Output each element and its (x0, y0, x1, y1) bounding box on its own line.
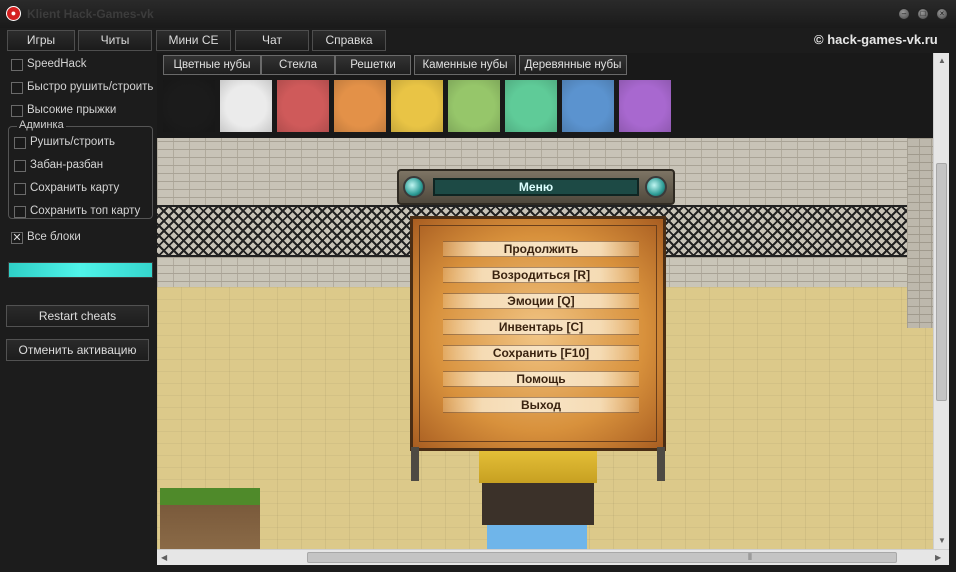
high-jumps-label: Высокие прыжки (27, 104, 117, 116)
menu-help[interactable]: Справка (312, 30, 386, 51)
all-blocks-checkbox[interactable]: ✕ (11, 232, 23, 244)
tab-grates[interactable]: Решетки (335, 55, 411, 75)
swatch-purple[interactable] (619, 80, 671, 132)
gem-right-icon (645, 176, 667, 198)
tab-colored-noobs[interactable]: Цветные нубы (163, 55, 261, 75)
app-logo-icon: ● (6, 6, 21, 21)
grass-block (160, 488, 260, 549)
menu-save-button[interactable]: Сохранить [F10] (443, 345, 639, 361)
horizontal-scroll-thumb[interactable]: ⦀ (307, 552, 897, 563)
fast-build-label: Быстро рушить/строить (27, 81, 154, 93)
swatch-red[interactable] (277, 80, 329, 132)
scroll-down-icon[interactable]: ▼ (938, 536, 946, 545)
menu-exit-button[interactable]: Выход (443, 397, 639, 413)
stone-pillar (907, 138, 933, 328)
swatch-green[interactable] (505, 80, 557, 132)
site-link[interactable]: © hack-games-vk.ru (814, 32, 938, 47)
save-map-checkbox[interactable] (14, 183, 26, 195)
cancel-activation-button[interactable]: Отменить активацию (6, 339, 149, 361)
scroll-right-icon[interactable]: ▶ (935, 553, 941, 562)
high-jumps-checkbox[interactable] (11, 105, 23, 117)
save-top-map-checkbox[interactable] (14, 206, 26, 218)
ban-unban-label: Забан-разбан (30, 159, 104, 171)
player-character-feet (487, 525, 587, 549)
swatch-yellow[interactable] (391, 80, 443, 132)
menu-games[interactable]: Игры (7, 30, 75, 51)
menu-emotes-button[interactable]: Эмоции [Q] (443, 293, 639, 309)
vertical-scroll-thumb[interactable] (936, 163, 947, 401)
menu-title: Меню (433, 178, 639, 196)
activation-progress-bar (8, 262, 153, 278)
speedhack-checkbox[interactable] (11, 59, 23, 71)
tab-stone-noobs[interactable]: Каменные нубы (414, 55, 516, 75)
menu-header: Меню (397, 169, 675, 205)
break-build-label: Рушить/строить (30, 136, 116, 148)
game-viewport[interactable]: Цветные нубы Стекла Решетки Каменные нуб… (157, 53, 933, 549)
save-map-label: Сохранить карту (30, 182, 120, 194)
menu-respawn-button[interactable]: Возродиться [R] (443, 267, 639, 283)
menu-panel: Продолжить Возродиться [R] Эмоции [Q] Ин… (410, 216, 666, 451)
tab-glass[interactable]: Стекла (261, 55, 335, 75)
scroll-up-icon[interactable]: ▲ (938, 56, 946, 65)
speedhack-label: SpeedHack (27, 58, 87, 70)
menu-continue-button[interactable]: Продолжить (443, 241, 639, 257)
menu-mini-ce[interactable]: Мини CE (156, 30, 231, 51)
vertical-scrollbar[interactable]: ▲ ▼ (933, 53, 949, 549)
all-blocks-label: Все блоки (27, 231, 81, 243)
swatch-light-green[interactable] (448, 80, 500, 132)
scroll-grip-icon: ⦀ (748, 552, 752, 562)
fast-build-checkbox[interactable] (11, 82, 23, 94)
menu-inventory-button[interactable]: Инвентарь [C] (443, 319, 639, 335)
ban-unban-checkbox[interactable] (14, 160, 26, 172)
title-bar: ● Klient Hack-Games-vk – □ × (0, 0, 956, 28)
window-title: Klient Hack-Games-vk (27, 7, 154, 21)
scroll-left-icon[interactable]: ◀ (161, 553, 167, 562)
swatch-black[interactable] (163, 80, 215, 132)
menu-chat[interactable]: Чат (235, 30, 309, 51)
gem-left-icon (403, 176, 425, 198)
restart-cheats-button[interactable]: Restart cheats (6, 305, 149, 327)
menu-help-button[interactable]: Помощь (443, 371, 639, 387)
close-icon[interactable]: × (936, 8, 948, 20)
minimize-icon[interactable]: – (898, 8, 910, 20)
maximize-icon[interactable]: □ (917, 8, 929, 20)
horizontal-scrollbar[interactable]: ◀ ⦀ ▶ (157, 549, 949, 565)
swatch-white[interactable] (220, 80, 272, 132)
menu-stand-right (657, 447, 665, 481)
break-build-checkbox[interactable] (14, 137, 26, 149)
menu-stand-left (411, 447, 419, 481)
swatch-blue[interactable] (562, 80, 614, 132)
progress-fill (9, 263, 152, 277)
swatch-orange[interactable] (334, 80, 386, 132)
player-character-body (482, 483, 594, 525)
menu-cheats[interactable]: Читы (78, 30, 152, 51)
admin-group-legend: Админка (17, 119, 66, 131)
save-top-map-label: Сохранить топ карту (30, 205, 141, 217)
tab-wooden-noobs[interactable]: Деревянные нубы (519, 55, 627, 75)
